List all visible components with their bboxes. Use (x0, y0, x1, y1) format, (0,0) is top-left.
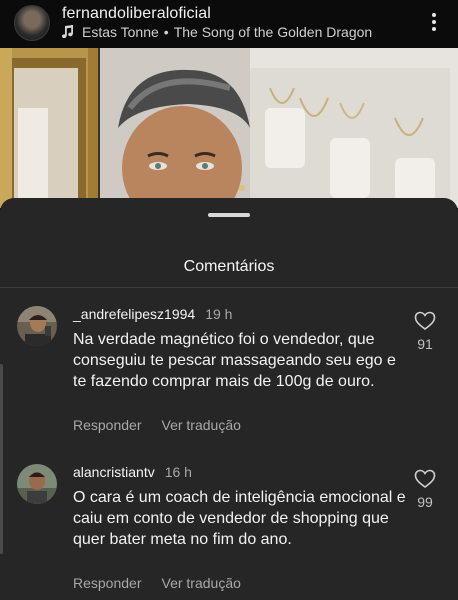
music-note-icon (62, 25, 74, 39)
heart-icon[interactable] (414, 311, 436, 331)
like-count: 99 (417, 494, 433, 510)
comment-actions: Responder Ver tradução (73, 575, 241, 591)
drag-handle[interactable] (208, 213, 250, 217)
comment-actions: Responder Ver tradução (73, 417, 241, 433)
like-count: 91 (417, 336, 433, 352)
sheet-title: Comentários (183, 258, 275, 275)
translate-button[interactable]: Ver tradução (162, 417, 241, 433)
comment-text: O cara é um coach de inteligência emocio… (73, 489, 406, 548)
comment-time: 16 h (164, 464, 192, 480)
more-vertical-icon[interactable] (424, 10, 444, 34)
post-username[interactable]: fernandoliberaloficial (62, 5, 211, 23)
comment-header: _andrefelipesz1994 19 h (73, 306, 232, 322)
audio-info[interactable]: Estas Tonne • The Song of the Golden Dra… (62, 24, 372, 40)
post-image (0, 48, 458, 208)
scroll-indicator (0, 364, 3, 554)
reply-button[interactable]: Responder (73, 575, 142, 591)
comment-header: alancristiantv 16 h (73, 464, 192, 480)
post-header: fernandoliberaloficial Estas Tonne • The… (0, 0, 458, 48)
translate-button[interactable]: Ver tradução (162, 575, 241, 591)
heart-icon[interactable] (414, 469, 436, 489)
audio-artist: Estas Tonne (82, 24, 159, 40)
audio-title: The Song of the Golden Dragon (173, 24, 373, 40)
comment-username[interactable]: alancristiantv (73, 464, 155, 480)
profile-avatar[interactable] (14, 5, 50, 41)
avatar[interactable] (17, 306, 57, 346)
comment-time: 19 h (205, 306, 233, 322)
divider (0, 287, 458, 288)
comments-sheet: Comentários _andrefelipesz1994 19 h Na v… (0, 198, 458, 600)
avatar[interactable] (17, 464, 57, 504)
reply-button[interactable]: Responder (73, 417, 142, 433)
audio-separator: • (163, 24, 169, 40)
comment-text: Na verdade magnético foi o vendedor, que… (73, 331, 396, 390)
comment-username[interactable]: _andrefelipesz1994 (73, 306, 195, 322)
